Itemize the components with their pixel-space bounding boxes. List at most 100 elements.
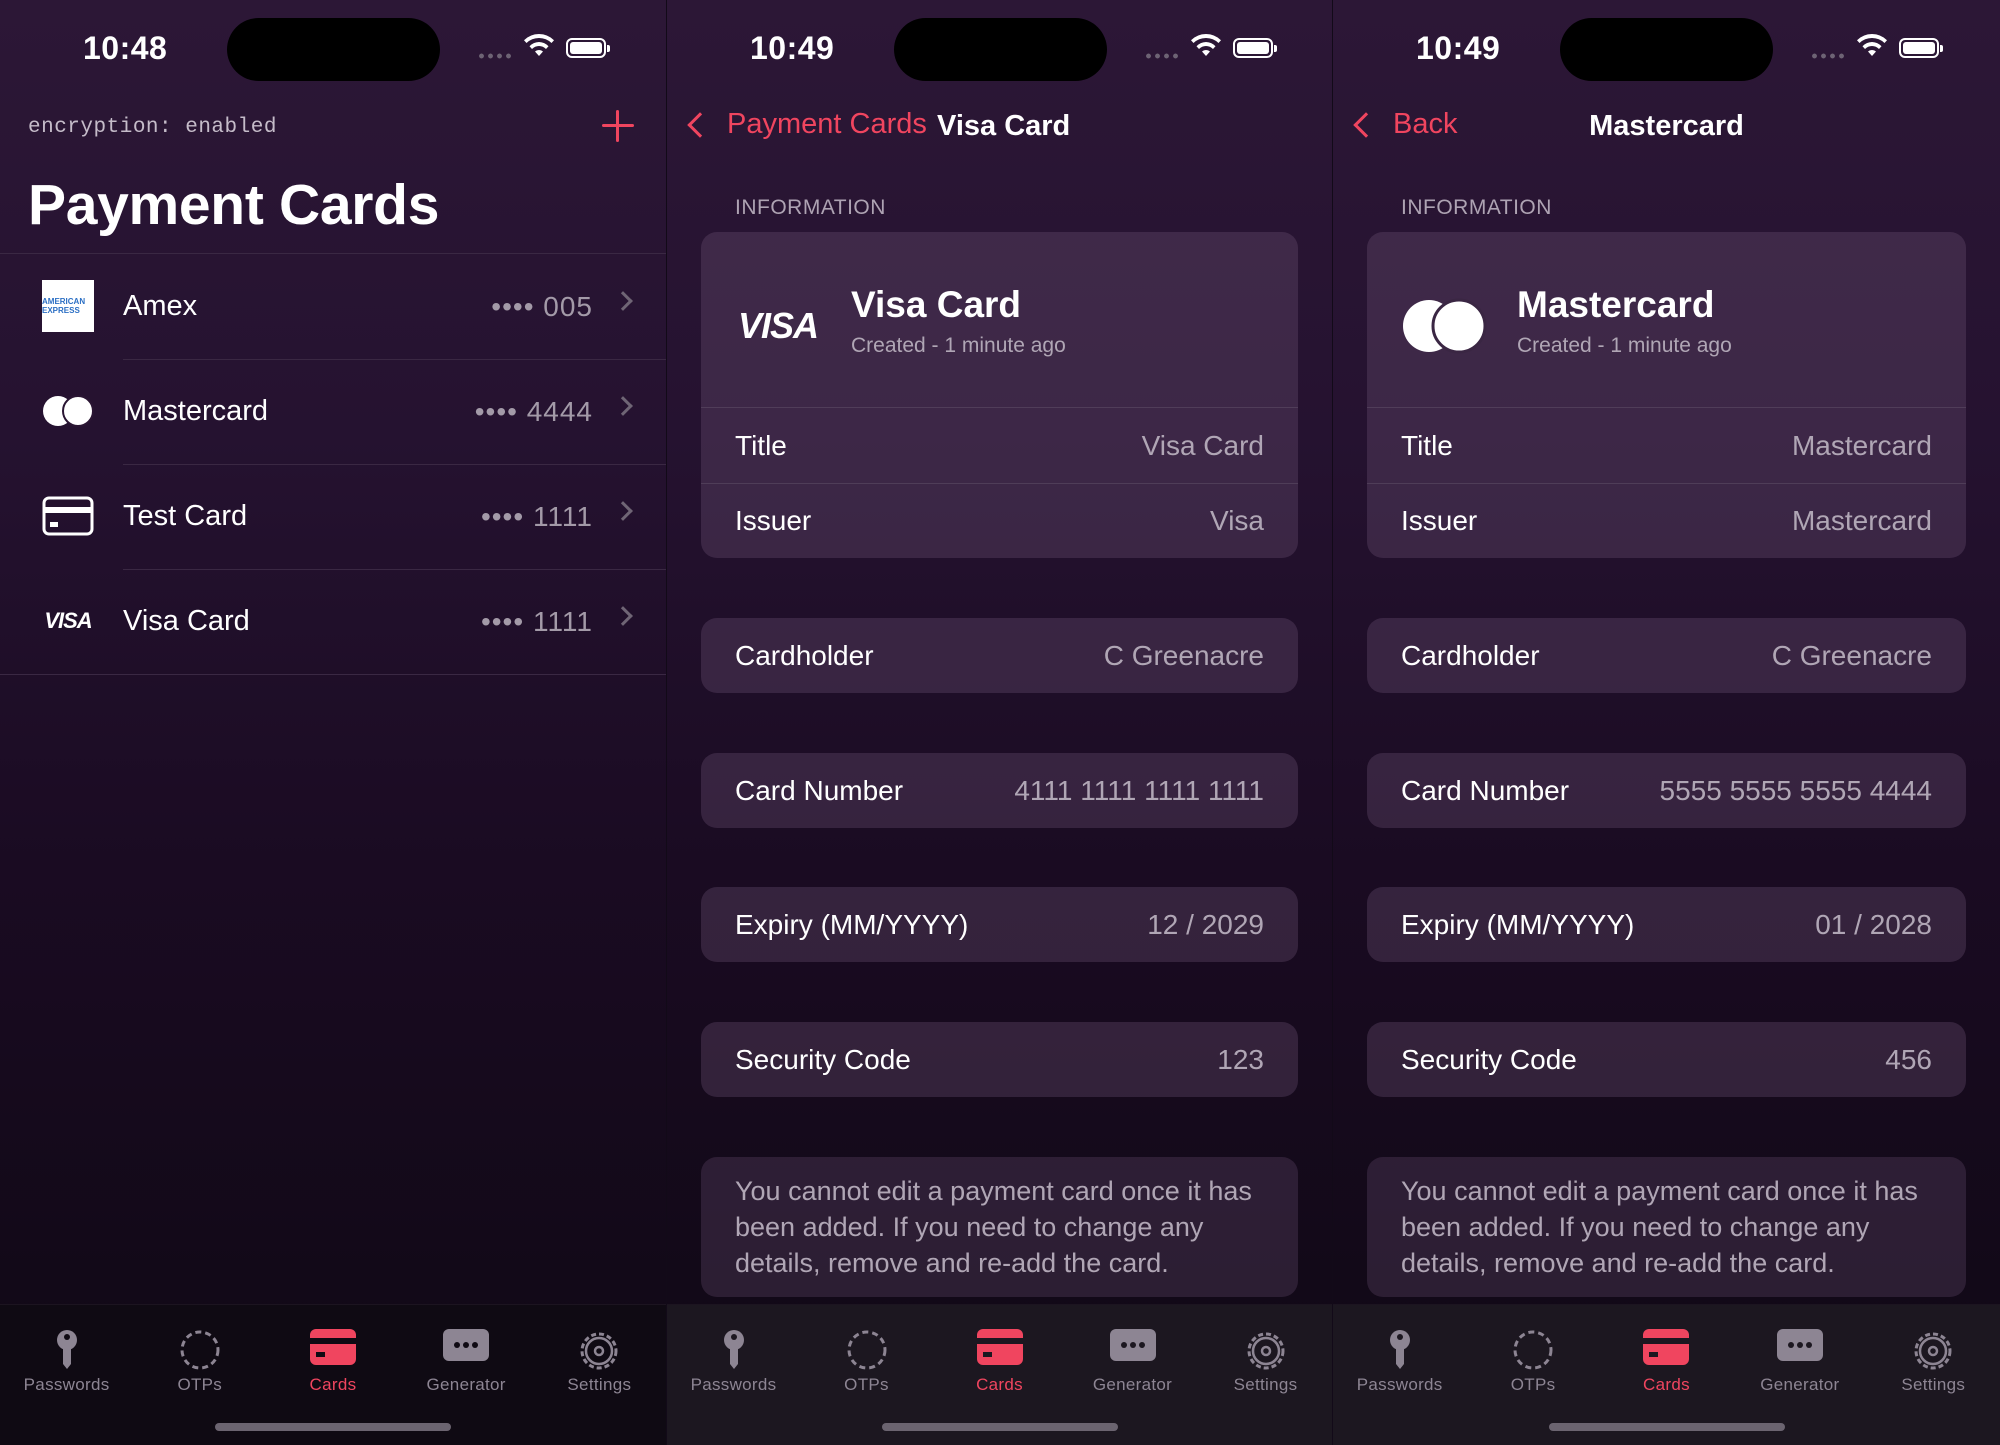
issuer-row: Issuer Mastercard [1367,483,1966,558]
tab-cards[interactable]: Cards [933,1315,1066,1395]
visa-logo-icon: VISA [737,305,819,346]
card-number-row[interactable]: Card Number 4111 1111 1111 1111 [701,753,1298,828]
credit-card-icon [976,1329,1023,1365]
key-icon [56,1330,77,1369]
signal-icon [1144,52,1180,60]
signal-icon [477,52,513,60]
issuer-row: Issuer Visa [701,483,1298,558]
section-header: INFORMATION [735,196,886,219]
status-time: 10:49 [750,30,835,66]
battery-icon [566,38,610,58]
tab-generator[interactable]: Generator [1733,1315,1866,1395]
security-code-row[interactable]: Security Code 123 [701,1022,1298,1097]
status-bar: 10:48 [0,0,666,100]
nav-title: Mastercard [1589,110,1744,142]
tab-otps[interactable]: OTPs [1467,1315,1600,1395]
cardholder-row[interactable]: Cardholder C Greenacre [1367,618,1966,693]
tab-settings[interactable]: Settings [1867,1315,2000,1395]
tab-generator[interactable]: Generator [400,1315,533,1395]
generator-icon [443,1329,490,1361]
mastercard-logo-icon [42,385,94,437]
tab-passwords[interactable]: Passwords [667,1315,800,1395]
dynamic-island [227,18,440,81]
home-indicator [215,1423,451,1431]
tab-generator[interactable]: Generator [1066,1315,1199,1395]
encryption-status: encryption: enabled [28,116,277,139]
info-card: Mastercard Created - 1 minute ago Title M… [1367,232,1966,558]
credit-card-icon [309,1329,356,1365]
mastercard-logo-icon [1401,298,1487,354]
tab-passwords[interactable]: Passwords [1333,1315,1466,1395]
battery-icon [1899,38,1943,58]
generator-icon [1109,1329,1156,1361]
battery-icon [1233,38,1277,58]
chevron-right-icon [613,291,633,311]
title-row: Title Visa Card [735,429,1264,461]
tab-settings[interactable]: Settings [533,1315,666,1395]
otp-timer-icon [180,1330,220,1370]
tab-cards[interactable]: Cards [266,1315,399,1395]
key-icon [1389,1330,1410,1369]
chevron-right-icon [613,606,633,626]
gear-icon [1247,1332,1284,1370]
tab-otps[interactable]: OTPs [800,1315,933,1395]
otp-timer-icon [847,1330,886,1370]
nav-title: Visa Card [937,110,1071,142]
generator-icon [1776,1329,1823,1361]
card-header: VISA Visa Card Created - 1 minute ago [701,232,1298,408]
status-bar: 10:49 [667,0,1332,100]
dynamic-island [894,18,1107,81]
credit-card-icon [1643,1329,1690,1365]
section-header: INFORMATION [1401,196,1552,219]
list-item[interactable]: Test Card •••• 1111 [0,464,666,569]
list-item[interactable]: Mastercard •••• 4444 [0,359,666,464]
dynamic-island [1560,18,1773,81]
mastercard-detail-screen: 10:49 Back Mastercard INFORMATION Master… [1332,0,2000,1445]
status-bar: 10:49 [1333,0,2000,100]
wifi-icon [1191,34,1221,56]
card-number-masked: •••• 005 [491,290,593,322]
tab-bar: Passwords OTPs Cards Generator Settings [667,1304,1332,1445]
card-title: Visa Card [851,284,1022,325]
info-card: VISA Visa Card Created - 1 minute ago Ti… [701,232,1298,558]
card-name: Test Card [123,500,248,532]
created-label: Created - 1 minute ago [1517,334,1732,357]
tab-bar: Passwords OTPs Cards Generator Settings [1333,1304,2000,1445]
signal-icon [1810,52,1846,60]
gear-icon [1914,1332,1952,1370]
tab-bar: Passwords OTPs Cards Generator Settings [0,1304,666,1445]
cards-list: AMERICAN EXPRESS Amex •••• 005 Mastercar… [0,253,666,675]
tab-otps[interactable]: OTPs [133,1315,266,1395]
gear-icon [580,1332,618,1370]
status-time: 10:48 [83,30,168,66]
card-name: Mastercard [123,395,269,427]
card-title: Mastercard [1517,284,1715,325]
tab-cards[interactable]: Cards [1600,1315,1733,1395]
visa-card-detail-screen: 10:49 Payment Cards Visa Card INFORMATIO… [666,0,1332,1445]
expiry-row[interactable]: Expiry (MM/YYYY) 01 / 2028 [1367,887,1966,962]
home-indicator [1548,1423,1785,1431]
key-icon [723,1330,744,1369]
cardholder-row[interactable]: Cardholder C Greenacre [701,618,1298,693]
security-code-row[interactable]: Security Code 456 [1367,1022,1966,1097]
home-indicator [881,1423,1118,1431]
payment-cards-list-screen: 10:48 encryption: enabled Payment Cards … [0,0,666,1445]
list-item[interactable]: VISA Visa Card •••• 1111 [0,569,666,674]
back-button[interactable]: Payment Cards [681,108,927,141]
wifi-icon [1857,34,1887,56]
card-name: Visa Card [123,605,250,637]
card-name: Amex [123,290,198,322]
wifi-icon [524,34,554,56]
list-item[interactable]: AMERICAN EXPRESS Amex •••• 005 [0,254,666,359]
expiry-row[interactable]: Expiry (MM/YYYY) 12 / 2029 [701,887,1298,962]
chevron-right-icon [613,501,633,521]
visa-logo-icon: VISA [44,608,92,633]
card-number-row[interactable]: Card Number 5555 5555 5555 4444 [1367,753,1966,828]
tab-passwords[interactable]: Passwords [0,1315,133,1395]
tab-settings[interactable]: Settings [1199,1315,1332,1395]
add-card-button[interactable] [600,108,636,144]
chevron-right-icon [613,396,633,416]
edit-note: You cannot edit a payment card once it h… [1367,1157,1966,1297]
otp-timer-icon [1513,1330,1553,1370]
edit-note: You cannot edit a payment card once it h… [701,1157,1298,1297]
